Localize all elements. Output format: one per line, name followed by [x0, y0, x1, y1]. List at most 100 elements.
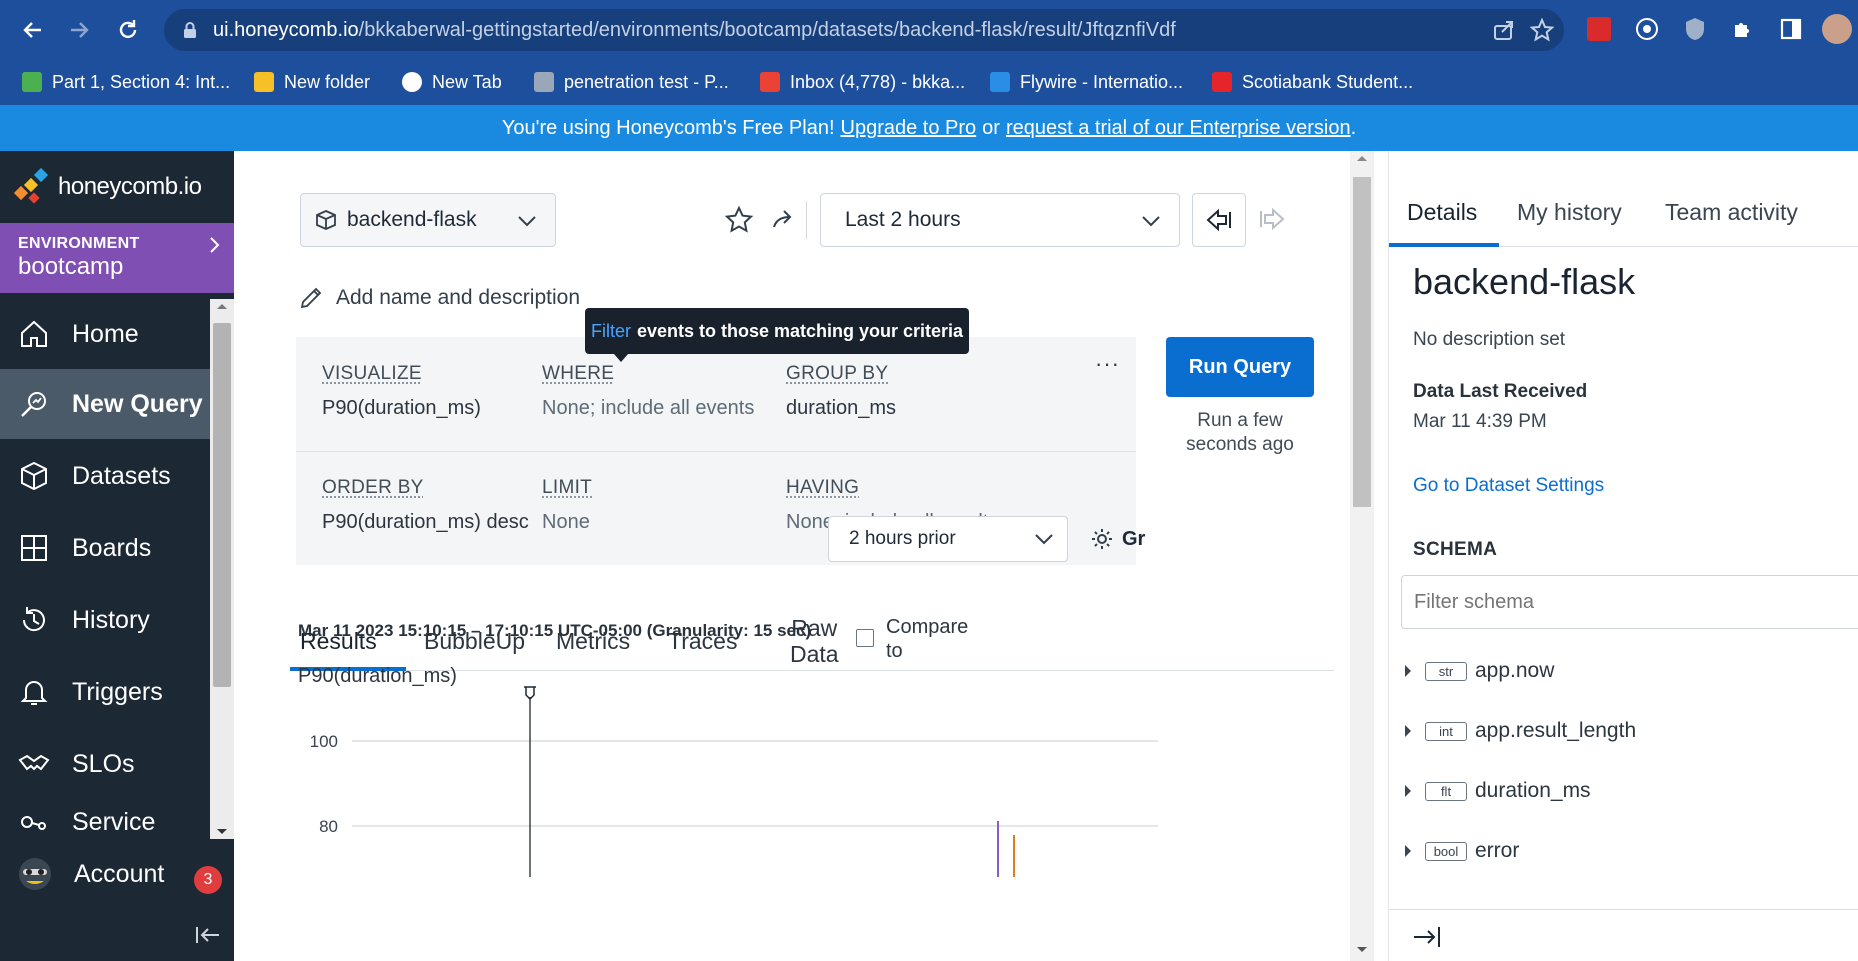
bookmark-label: Scotiabank Student... [1242, 71, 1414, 92]
shield-icon[interactable] [1680, 14, 1710, 44]
sidebar-item-label: Home [72, 319, 139, 348]
add-name-description-button[interactable]: Add name and description [298, 285, 580, 311]
previous-query-button[interactable] [1192, 193, 1246, 247]
visualize-clause[interactable]: VISUALIZE P90(duration_ms) [322, 363, 481, 420]
bookmark-label: New folder [284, 71, 371, 92]
dataset-selector[interactable]: backend-flask [300, 193, 556, 247]
bookmark-item[interactable]: Scotiabank Student... [1212, 66, 1413, 98]
tab-details[interactable]: Details [1407, 199, 1477, 226]
schema-field-row[interactable]: int app.result_length [1405, 716, 1636, 746]
bookmark-item[interactable]: Inbox (4,778) - bkka... [760, 66, 965, 98]
compare-period-selector[interactable]: 2 hours prior [828, 516, 1068, 562]
where-clause[interactable]: WHERE None; include all events [542, 363, 754, 420]
bookmark-favicon [1212, 72, 1232, 92]
sidebar-item-history[interactable]: History [0, 585, 210, 655]
bookmark-item[interactable]: Flywire - Internatio... [990, 66, 1183, 98]
sidebar-item-triggers[interactable]: Triggers [0, 657, 210, 727]
expand-caret-icon [1405, 665, 1411, 677]
main-scrollbar-thumb[interactable] [1353, 177, 1371, 507]
graph-settings-button[interactable]: Gr [1090, 527, 1145, 551]
profile-avatar[interactable] [1822, 14, 1852, 44]
bookmark-item[interactable]: New Tab [402, 66, 502, 98]
bookmark-item[interactable]: Part 1, Section 4: Int... [22, 66, 230, 98]
schema-field-row[interactable]: str app.now [1405, 656, 1554, 686]
collapse-sidebar-icon[interactable] [194, 923, 222, 947]
time-range-selector[interactable]: Last 2 hours [820, 193, 1180, 247]
field-type-badge: flt [1425, 781, 1467, 801]
group-by-clause[interactable]: GROUP BY duration_ms [786, 363, 896, 420]
address-bar[interactable]: ui.honeycomb.io/bkkaberwal-gettingstarte… [164, 9, 1564, 51]
bookmark-label: penetration test - P... [564, 71, 729, 92]
tab-results[interactable]: Results [300, 611, 377, 671]
enterprise-trial-link[interactable]: request a trial of our Enterprise versio… [1006, 117, 1351, 140]
tab-traces[interactable]: Traces [668, 611, 737, 671]
tab-bubbleup[interactable]: BubbleUp [424, 611, 525, 671]
extension-password-icon[interactable] [1632, 14, 1662, 44]
clause-label: WHERE [542, 363, 615, 384]
side-panel-icon[interactable] [1776, 14, 1806, 44]
share-arrow-icon[interactable] [770, 207, 796, 233]
reload-icon[interactable] [110, 12, 146, 48]
extension-red-icon[interactable] [1584, 14, 1614, 44]
limit-clause[interactable]: LIMIT None [542, 477, 592, 534]
sidebar-item-label: Datasets [72, 461, 171, 490]
main-scrollbar[interactable] [1350, 151, 1374, 961]
sidebar-item-datasets[interactable]: Datasets [0, 441, 210, 511]
results-tabs: Results BubbleUp Metrics Traces Raw Data [290, 611, 1334, 671]
bookmark-star-icon[interactable] [1530, 18, 1554, 42]
sidebar-scrollbar[interactable] [210, 299, 234, 839]
clause-value: P90(duration_ms) desc [322, 511, 529, 533]
tab-metrics[interactable]: Metrics [556, 611, 630, 671]
schema-field-row[interactable]: flt duration_ms [1405, 776, 1591, 806]
run-query-button[interactable]: Run Query [1166, 337, 1314, 397]
scroll-down-icon [1357, 947, 1367, 952]
forward-arrow-icon[interactable] [62, 12, 98, 48]
run-status-text: Run a few seconds ago [1186, 410, 1294, 455]
next-query-icon[interactable] [1258, 207, 1286, 231]
lock-icon [182, 21, 198, 39]
results-chart[interactable]: 100 80 [298, 677, 1298, 877]
back-query-icon [1205, 208, 1233, 232]
sidebar-item-new-query[interactable]: New Query [0, 369, 210, 439]
bookmark-favicon [990, 72, 1010, 92]
puzzle-icon[interactable] [1728, 14, 1758, 44]
bookmark-item[interactable]: penetration test - P... [534, 66, 729, 98]
schema-field-row[interactable]: bool error [1405, 836, 1519, 866]
compare-period-value: 2 hours prior [849, 528, 956, 549]
environment-selector[interactable]: ENVIRONMENT bootcamp [0, 223, 234, 293]
dataset-settings-link[interactable]: Go to Dataset Settings [1413, 475, 1604, 497]
compare-checkbox[interactable] [856, 629, 874, 647]
back-arrow-icon[interactable] [14, 12, 50, 48]
upgrade-link[interactable]: Upgrade to Pro [841, 117, 977, 140]
plan-banner: You're using Honeycomb's Free Plan! Upgr… [0, 105, 1858, 151]
dataset-name: backend-flask [347, 208, 477, 231]
more-options-icon[interactable]: ··· [1095, 351, 1120, 377]
bookmark-favicon [534, 72, 554, 92]
field-type-badge: bool [1425, 841, 1467, 861]
tab-my-history[interactable]: My history [1517, 199, 1622, 226]
tab-team-activity[interactable]: Team activity [1665, 199, 1798, 226]
share-page-icon[interactable] [1492, 18, 1516, 42]
schema-heading: SCHEMA [1413, 539, 1498, 560]
new-query-icon [18, 388, 50, 420]
sidebar-item-home[interactable]: Home [0, 299, 210, 369]
sidebar-item-boards[interactable]: Boards [0, 513, 210, 583]
schema-filter-input[interactable] [1401, 575, 1858, 629]
url-host: ui.honeycomb.io [213, 19, 359, 41]
query-main: backend-flask Last 2 hours Add name and … [234, 151, 1350, 961]
browser-chrome: ui.honeycomb.io/bkkaberwal-gettingstarte… [0, 0, 1858, 105]
service-icon [18, 806, 50, 838]
clause-label: GROUP BY [786, 363, 889, 384]
bookmark-folder[interactable]: New folder [254, 66, 370, 98]
star-icon[interactable] [724, 205, 754, 235]
tab-raw-data[interactable]: Raw Data [790, 611, 839, 671]
chevron-down-icon [1139, 209, 1163, 233]
banner-text: or [982, 116, 1000, 139]
order-by-clause[interactable]: ORDER BY P90(duration_ms) desc [322, 477, 529, 534]
collapse-panel-icon[interactable] [1411, 924, 1443, 950]
bell-icon [18, 676, 50, 708]
details-panel: Details My history Team activity backend… [1388, 151, 1858, 961]
clause-value: duration_ms [786, 397, 897, 419]
logo[interactable]: honeycomb.io [0, 151, 234, 223]
sidebar-scrollbar-thumb[interactable] [213, 323, 231, 687]
